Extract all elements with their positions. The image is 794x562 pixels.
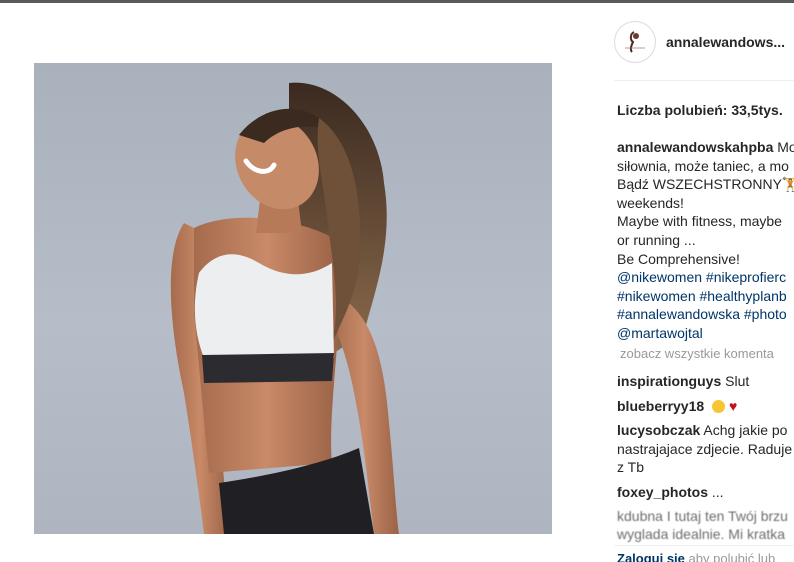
caption-line: Maybe with fitness, maybe — [617, 213, 782, 230]
caption-first-line: annalewandowskahpba Mo — [617, 138, 794, 157]
comment: inspirationguys Slut — [617, 372, 794, 391]
caption-tag-line[interactable]: @martawojtal — [617, 324, 794, 343]
login-divider — [614, 545, 794, 546]
healthy-plan-logo-icon — [618, 25, 652, 59]
comment-text-continued: nastrajajace zdjecie. Raduje — [617, 440, 793, 457]
caption-line: weekends! — [617, 194, 684, 211]
comment-user[interactable]: blueberryy18 — [617, 398, 704, 414]
comments-list: inspirationguys Slut blueberryy18 ♥ lucy… — [617, 372, 794, 508]
header-divider — [614, 80, 794, 81]
post-username[interactable]: annalewandows... — [666, 34, 785, 50]
comment-text: ... — [711, 483, 724, 500]
comment: blueberryy18 ♥ — [617, 397, 794, 416]
blurred-comment-line: wyglada idealnie. Mi kratka — [617, 526, 786, 542]
avatar[interactable] — [614, 21, 656, 63]
caption-first-text: Mo — [777, 139, 794, 155]
login-link[interactable]: Zaloguj się — [617, 551, 685, 562]
comment-text: Slut — [725, 373, 750, 389]
post-header: annalewandows... — [614, 20, 794, 64]
view-all-comments-link[interactable]: zobacz wszystkie komenta — [620, 346, 774, 361]
caption-line: or running ... — [617, 231, 696, 248]
post-photo[interactable] — [34, 63, 552, 534]
woman-photo-illustration — [170, 82, 399, 534]
comment-user[interactable]: foxey_photos — [617, 484, 708, 500]
login-prompt: Zaloguj się aby polubić lub — [617, 551, 775, 562]
heart-icon: ♥ — [728, 397, 738, 414]
comment: foxey_photos ... — [617, 483, 794, 502]
post-sidebar: annalewandows... Liczba polubień: 33,5ty… — [600, 0, 794, 562]
blurred-comment: kdubna I tutaj ten Twój brzu wyglada ide… — [617, 507, 788, 543]
comment-user[interactable]: inspirationguys — [617, 373, 721, 389]
comment-user[interactable]: lucysobczak — [617, 422, 700, 438]
caption-line: Be Comprehensive! — [617, 250, 740, 267]
post-caption: annalewandowskahpba Mo siłownia, może ta… — [617, 138, 794, 343]
comment-text-continued: z Tb — [617, 459, 644, 476]
caption-author[interactable]: annalewandowskahpba — [617, 139, 773, 155]
caption-tag-line[interactable]: #annalewandowska #photo — [617, 305, 794, 324]
caption-line: Bądź WSZECHSTRONNY🏋 — [617, 176, 794, 193]
login-prompt-text: aby polubić lub — [688, 551, 776, 562]
caption-tag-line[interactable]: @nikewomen #nikeprofierc — [617, 268, 794, 287]
comment-text: Achg jakie po — [703, 422, 788, 439]
caption-tag-line[interactable]: #nikewomen #healthyplanb — [617, 287, 794, 306]
comment: lucysobczak Achg jakie po nastrajajace z… — [617, 421, 794, 477]
blurred-comment-line: kdubna I tutaj ten Twój brzu — [617, 508, 788, 524]
likes-count[interactable]: Liczba polubień: 33,5tys. — [617, 102, 783, 118]
caption-line: siłownia, może taniec, a mo — [617, 157, 789, 174]
smiling-face-icon — [712, 399, 726, 413]
